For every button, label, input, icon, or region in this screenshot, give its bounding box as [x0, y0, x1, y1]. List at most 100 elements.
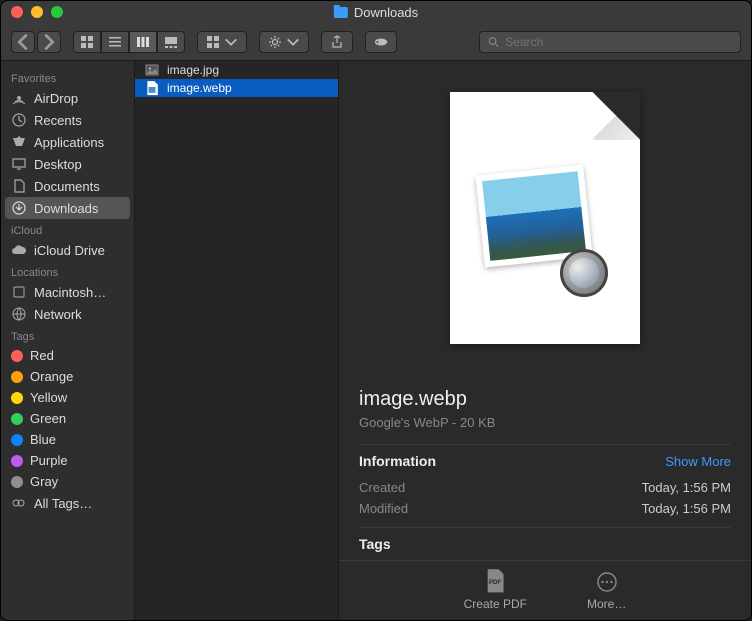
file-name: image.webp — [167, 81, 232, 95]
info-row: Modified Today, 1:56 PM — [359, 498, 731, 519]
svg-text:PDF: PDF — [489, 579, 501, 586]
pdf-icon: PDF — [484, 571, 506, 593]
sidebar-item-label: Blue — [30, 432, 56, 447]
sidebar-tag-blue[interactable]: Blue — [1, 429, 134, 450]
tag-dot-icon — [11, 392, 23, 404]
info-value: Today, 1:56 PM — [642, 501, 731, 516]
jpg-icon — [145, 63, 159, 77]
traffic-lights — [11, 6, 63, 18]
sidebar-item-recents[interactable]: Recents — [1, 109, 134, 131]
more-button[interactable]: More… — [587, 571, 626, 611]
section-locations: Locations — [1, 261, 134, 281]
sidebar-item-airdrop[interactable]: AirDrop — [1, 87, 134, 109]
file-list: image.jpg image.webp — [135, 61, 339, 620]
sidebar-item-label: Green — [30, 411, 66, 426]
info-label: Created — [359, 480, 405, 495]
documents-icon — [11, 178, 27, 194]
tag-dot-icon — [11, 476, 23, 488]
search-input[interactable] — [505, 35, 732, 49]
maximize-button[interactable] — [51, 6, 63, 18]
sidebar-tag-orange[interactable]: Orange — [1, 366, 134, 387]
info-value: Today, 1:56 PM — [642, 480, 731, 495]
sidebar-item-label: Downloads — [34, 201, 98, 216]
toolbar — [1, 23, 751, 61]
group-button[interactable] — [197, 31, 247, 53]
sidebar-item-label: Macintosh… — [34, 285, 106, 300]
airdrop-icon — [11, 90, 27, 106]
section-icloud: iCloud — [1, 219, 134, 239]
finder-window: Downloads Favorites AirDrop Recents Appl… — [0, 0, 752, 621]
tags-button[interactable] — [365, 31, 397, 53]
tag-dot-icon — [11, 371, 23, 383]
titlebar: Downloads — [1, 1, 751, 23]
sidebar-tag-purple[interactable]: Purple — [1, 450, 134, 471]
network-icon — [11, 306, 27, 322]
sidebar-item-label: Documents — [34, 179, 100, 194]
close-button[interactable] — [11, 6, 23, 18]
icon-view-button[interactable] — [73, 31, 101, 53]
sidebar-item-network[interactable]: Network — [1, 303, 134, 325]
icloud-icon — [11, 242, 27, 258]
action-label: Create PDF — [464, 597, 527, 611]
section-tags: Tags — [1, 325, 134, 345]
search-field[interactable] — [479, 31, 741, 53]
file-item[interactable]: image.jpg — [135, 61, 338, 79]
info-row: Created Today, 1:56 PM — [359, 477, 731, 498]
sidebar-item-label: Desktop — [34, 157, 82, 172]
tag-dot-icon — [11, 455, 23, 467]
show-more-button[interactable]: Show More — [665, 454, 731, 469]
gallery-view-button[interactable] — [157, 31, 185, 53]
document-preview-icon — [450, 92, 640, 344]
info-label: Modified — [359, 501, 408, 516]
file-item[interactable]: image.webp — [135, 79, 338, 97]
sidebar-item-desktop[interactable]: Desktop — [1, 153, 134, 175]
sidebar-item-label: AirDrop — [34, 91, 78, 106]
sidebar-tag-yellow[interactable]: Yellow — [1, 387, 134, 408]
list-view-button[interactable] — [101, 31, 129, 53]
sidebar-item-label: Orange — [30, 369, 73, 384]
more-icon — [596, 571, 618, 593]
view-mode-group — [73, 31, 185, 53]
forward-button[interactable] — [37, 31, 61, 53]
section-favorites: Favorites — [1, 67, 134, 87]
sidebar-item-label: Red — [30, 348, 54, 363]
column-view-button[interactable] — [129, 31, 157, 53]
sidebar-tag-gray[interactable]: Gray — [1, 471, 134, 492]
tag-dot-icon — [11, 350, 23, 362]
file-metadata: image.webp Google's WebP - 20 KB Informa… — [339, 374, 751, 560]
share-button[interactable] — [321, 31, 353, 53]
sidebar: Favorites AirDrop Recents Applications D… — [1, 61, 135, 620]
preview-subtitle: Google's WebP - 20 KB — [359, 415, 731, 430]
create-pdf-button[interactable]: PDF Create PDF — [464, 571, 527, 611]
sidebar-item-label: iCloud Drive — [34, 243, 105, 258]
sidebar-tag-red[interactable]: Red — [1, 345, 134, 366]
action-button[interactable] — [259, 31, 309, 53]
sidebar-item-icloud[interactable]: iCloud Drive — [1, 239, 134, 261]
minimize-button[interactable] — [31, 6, 43, 18]
back-button[interactable] — [11, 31, 35, 53]
downloads-icon — [11, 200, 27, 216]
applications-icon — [11, 134, 27, 150]
recents-icon — [11, 112, 27, 128]
sidebar-item-label: Network — [34, 307, 82, 322]
nav-buttons — [11, 31, 61, 53]
sidebar-item-label: Applications — [34, 135, 104, 150]
sidebar-item-applications[interactable]: Applications — [1, 131, 134, 153]
sidebar-all-tags[interactable]: All Tags… — [1, 492, 134, 514]
sidebar-item-downloads[interactable]: Downloads — [5, 197, 130, 219]
window-title: Downloads — [334, 5, 418, 20]
sidebar-item-label: Yellow — [30, 390, 67, 405]
tags-section-title: Tags — [359, 536, 391, 552]
info-section-title: Information — [359, 453, 436, 469]
sidebar-tag-green[interactable]: Green — [1, 408, 134, 429]
file-name: image.jpg — [167, 63, 219, 77]
tag-dot-icon — [11, 413, 23, 425]
preview-filename: image.webp — [359, 388, 731, 411]
preview-pane: image.webp Google's WebP - 20 KB Informa… — [339, 61, 751, 620]
sidebar-item-documents[interactable]: Documents — [1, 175, 134, 197]
alltags-icon — [11, 495, 27, 511]
content: Favorites AirDrop Recents Applications D… — [1, 61, 751, 620]
sidebar-item-macintosh[interactable]: Macintosh… — [1, 281, 134, 303]
folder-icon — [334, 7, 348, 18]
sidebar-item-label: All Tags… — [34, 496, 92, 511]
